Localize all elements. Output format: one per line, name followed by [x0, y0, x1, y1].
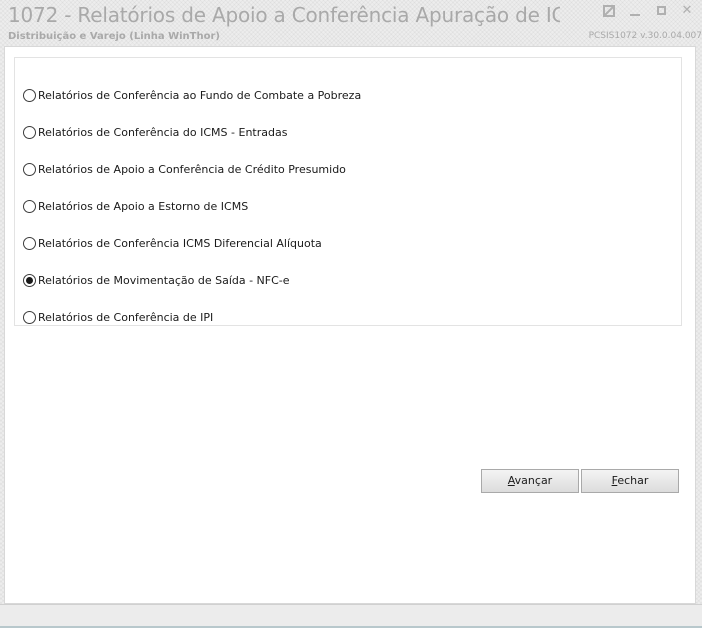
option-icms-entradas[interactable]: Relatórios de Conferência do ICMS - Entr… — [23, 124, 287, 140]
radio-button[interactable] — [23, 199, 36, 213]
report-options-group: Relatórios de Conferência ao Fundo de Co… — [14, 57, 682, 326]
option-conferencia-ipi[interactable]: Relatórios de Conferência de IPI — [23, 309, 213, 325]
radio-button[interactable] — [23, 88, 36, 102]
option-movimentacao-saida-nfce[interactable]: Relatórios de Movimentação de Saída - NF… — [23, 272, 290, 288]
window-controls: ✕ — [602, 4, 694, 18]
next-button-label: vançar — [514, 474, 553, 487]
option-label: Relatórios de Conferência ICMS Diferenci… — [38, 236, 322, 250]
radio-button-selected[interactable] — [23, 273, 36, 287]
status-strip — [0, 604, 702, 628]
main-panel: Relatórios de Conferência ao Fundo de Co… — [4, 46, 696, 604]
option-label: Relatórios de Conferência do ICMS - Entr… — [38, 125, 288, 139]
application-window: 1072 - Relatórios de Apoio a Conferência… — [0, 0, 702, 628]
option-label: Relatórios de Movimentação de Saída - NF… — [38, 273, 290, 287]
restore-icon[interactable] — [602, 4, 616, 18]
maximize-icon[interactable] — [654, 4, 668, 18]
window-subtitle: Distribuição e Varejo (Linha WinThor) — [8, 31, 220, 42]
option-fundo-combate-pobreza[interactable]: Relatórios de Conferência ao Fundo de Co… — [23, 87, 361, 103]
option-label: Relatórios de Apoio a Estorno de ICMS — [38, 199, 249, 213]
radio-button[interactable] — [23, 236, 36, 250]
radio-button[interactable] — [23, 125, 36, 139]
window-title: 1072 - Relatórios de Apoio a Conferência… — [8, 3, 560, 27]
minimize-icon[interactable] — [628, 4, 642, 18]
next-button[interactable]: Avançar — [481, 469, 579, 493]
option-diferencial-aliquota[interactable]: Relatórios de Conferência ICMS Diferenci… — [23, 235, 322, 251]
radio-button[interactable] — [23, 310, 36, 324]
option-credito-presumido[interactable]: Relatórios de Apoio a Conferência de Cré… — [23, 161, 346, 177]
option-label: Relatórios de Apoio a Conferência de Cré… — [38, 162, 346, 176]
option-label: Relatórios de Conferência de IPI — [38, 310, 214, 324]
option-estorno-icms[interactable]: Relatórios de Apoio a Estorno de ICMS — [23, 198, 248, 214]
close-button-label: echar — [617, 474, 649, 487]
next-button-accelerator: A — [507, 474, 515, 487]
radio-button[interactable] — [23, 162, 36, 176]
close-button[interactable]: Fechar — [581, 469, 679, 493]
option-label: Relatórios de Conferência ao Fundo de Co… — [38, 88, 362, 102]
version-label: PCSIS1072 v.30.0.04.007 — [588, 31, 702, 41]
close-icon[interactable]: ✕ — [680, 4, 694, 18]
